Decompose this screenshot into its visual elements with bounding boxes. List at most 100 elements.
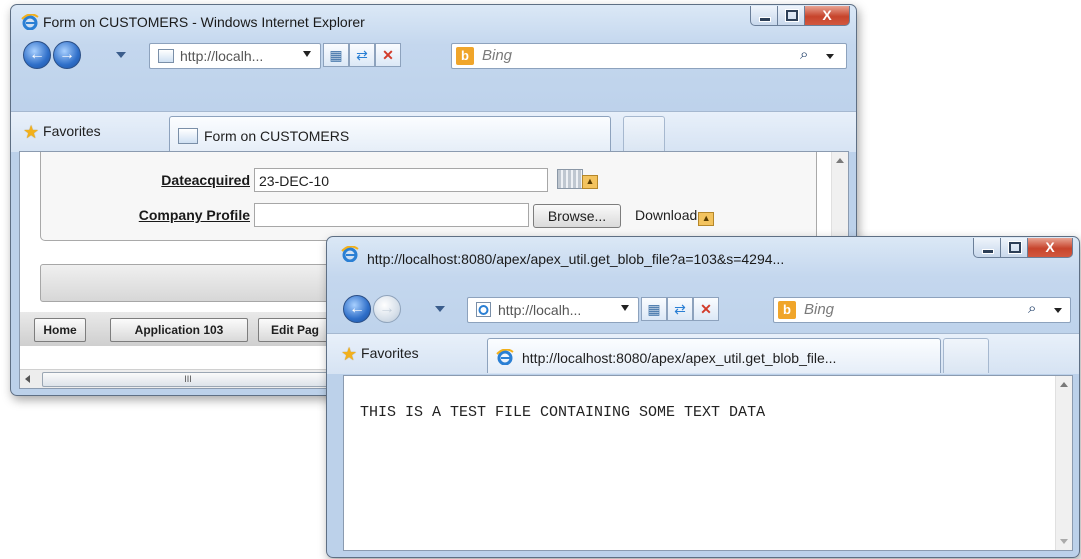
recent-pages-dropdown-icon[interactable]	[116, 52, 126, 58]
window-title-2: http://localhost:8080/apex/apex_util.get…	[367, 251, 785, 267]
close-icon: X	[822, 7, 832, 23]
dateacquired-input[interactable]: 23-DEC-10	[254, 168, 548, 192]
favorites-label: Favorites	[43, 123, 101, 139]
bing-logo-icon: b	[456, 47, 474, 65]
back-arrow-icon: ←	[349, 300, 365, 317]
sort-up-icon[interactable]: ▲	[582, 175, 598, 189]
stop-button[interactable]: ✕	[375, 43, 401, 67]
tab-ie-icon	[496, 349, 514, 365]
title-bar-2[interactable]: http://localhost:8080/apex/apex_util.get…	[327, 237, 1079, 269]
company-profile-label[interactable]: Company Profile	[139, 207, 250, 223]
navigation-bar-2: ← → http://localh... ▦ ⇄ ✕ b Bing ⌕	[327, 291, 1079, 325]
close-icon: X	[1045, 239, 1055, 255]
download-icon: ▲	[698, 212, 715, 226]
ie-window-blob-file: http://localhost:8080/apex/apex_util.get…	[326, 236, 1080, 558]
tab-row-2: ★ Favorites http://localhost:8080/apex/a…	[327, 333, 1079, 374]
recent-pages-dropdown-icon[interactable]	[435, 306, 445, 312]
search-dropdown-icon[interactable]	[1054, 308, 1062, 313]
download-label: Download	[635, 207, 698, 223]
forward-arrow-icon: →	[59, 46, 75, 63]
ie-page-icon	[476, 302, 491, 317]
download-link[interactable]: Download ▲	[635, 207, 715, 226]
scroll-up-arrow-icon[interactable]	[1060, 382, 1068, 387]
vertical-scrollbar-2[interactable]	[1055, 376, 1072, 550]
address-bar-2[interactable]: http://localh...	[467, 297, 639, 323]
compatibility-icon: ▦	[329, 47, 343, 63]
address-text-2: http://localh...	[498, 302, 582, 318]
window-title: Form on CUSTOMERS - Windows Internet Exp…	[43, 14, 365, 30]
scroll-left-arrow-icon[interactable]	[25, 375, 30, 383]
minimize-icon	[982, 249, 994, 254]
address-dropdown-icon[interactable]	[621, 305, 629, 311]
back-button[interactable]: ←	[23, 41, 51, 69]
new-tab-button-2[interactable]	[943, 338, 989, 373]
maximize-button[interactable]	[778, 6, 805, 26]
favorites-star-icon: ★	[23, 122, 40, 142]
tab-row: ★ Favorites Form on CUSTOMERS	[11, 111, 856, 152]
compatibility-view-button[interactable]: ▦	[323, 43, 349, 67]
scroll-grip: III	[184, 374, 192, 384]
maximize-button-2[interactable]	[1001, 238, 1028, 258]
forward-arrow-icon: →	[379, 300, 395, 317]
page-icon	[158, 49, 174, 63]
dev-application-button[interactable]: Application 103	[110, 318, 248, 342]
minimize-icon	[759, 17, 771, 22]
scroll-up-arrow-icon[interactable]	[836, 158, 844, 163]
refresh-icon: ⇄	[674, 301, 686, 317]
address-text: http://localh...	[180, 48, 264, 64]
stop-button-2[interactable]: ✕	[693, 297, 719, 321]
stop-icon: ✕	[382, 47, 394, 63]
calendar-icon[interactable]	[557, 169, 583, 189]
refresh-button-2[interactable]: ⇄	[667, 297, 693, 321]
search-placeholder: Bing	[482, 47, 513, 64]
company-profile-file-input[interactable]	[254, 203, 529, 227]
file-content-area: THIS IS A TEST FILE CONTAINING SOME TEXT…	[343, 375, 1073, 551]
favorites-button[interactable]: ★ Favorites	[23, 122, 101, 143]
maximize-icon	[786, 10, 798, 21]
ie-logo-icon	[341, 246, 359, 262]
back-arrow-icon: ←	[29, 46, 45, 63]
close-button-2[interactable]: X	[1028, 238, 1073, 258]
scroll-down-arrow-icon[interactable]	[1060, 539, 1068, 544]
title-bar[interactable]: Form on CUSTOMERS - Windows Internet Exp…	[11, 5, 856, 37]
tab-page-icon	[178, 128, 198, 144]
compatibility-view-button-2[interactable]: ▦	[641, 297, 667, 321]
tab-title-2: http://localhost:8080/apex/apex_util.get…	[522, 350, 837, 366]
forward-button-2: →	[373, 295, 401, 323]
maximize-icon	[1009, 242, 1021, 253]
forward-button[interactable]: →	[53, 41, 81, 69]
refresh-icon: ⇄	[356, 47, 368, 63]
refresh-button[interactable]: ⇄	[349, 43, 375, 67]
file-text: THIS IS A TEST FILE CONTAINING SOME TEXT…	[360, 404, 766, 421]
tab-form-on-customers[interactable]: Form on CUSTOMERS	[169, 116, 611, 151]
form-region: Dateacquired 23-DEC-10 ▲ Company Profile…	[40, 152, 817, 241]
address-dropdown-icon[interactable]	[303, 51, 311, 57]
compatibility-icon: ▦	[647, 301, 661, 317]
search-dropdown-icon[interactable]	[826, 54, 834, 59]
browse-button[interactable]: Browse...	[533, 204, 621, 228]
ie-logo-icon	[21, 14, 39, 30]
search-placeholder-2: Bing	[804, 301, 835, 318]
search-icon[interactable]: ⌕	[1028, 300, 1036, 317]
navigation-bar: ← → http://localh... ▦ ⇄ ✕ b Bing ⌕	[11, 37, 856, 71]
tab-blob-file[interactable]: http://localhost:8080/apex/apex_util.get…	[487, 338, 941, 373]
caption-buttons-2: X	[973, 238, 1073, 260]
favorites-star-icon: ★	[341, 344, 358, 364]
caption-buttons: X	[750, 6, 850, 28]
search-box-2[interactable]: b Bing ⌕	[773, 297, 1071, 323]
search-box[interactable]: b Bing ⌕	[451, 43, 847, 69]
back-button-2[interactable]: ←	[343, 295, 371, 323]
favorites-label-2: Favorites	[361, 345, 419, 361]
search-icon[interactable]: ⌕	[800, 46, 808, 63]
close-button[interactable]: X	[805, 6, 850, 26]
scroll-thumb[interactable]: III	[42, 372, 334, 387]
address-bar[interactable]: http://localh...	[149, 43, 321, 69]
tab-title: Form on CUSTOMERS	[204, 128, 350, 144]
dev-home-button[interactable]: Home	[34, 318, 86, 342]
stop-icon: ✕	[700, 301, 712, 317]
favorites-button-2[interactable]: ★ Favorites	[341, 344, 419, 365]
dateacquired-label[interactable]: Dateacquired	[161, 172, 250, 188]
minimize-button-2[interactable]	[973, 238, 1001, 258]
new-tab-button[interactable]	[623, 116, 665, 151]
minimize-button[interactable]	[750, 6, 778, 26]
